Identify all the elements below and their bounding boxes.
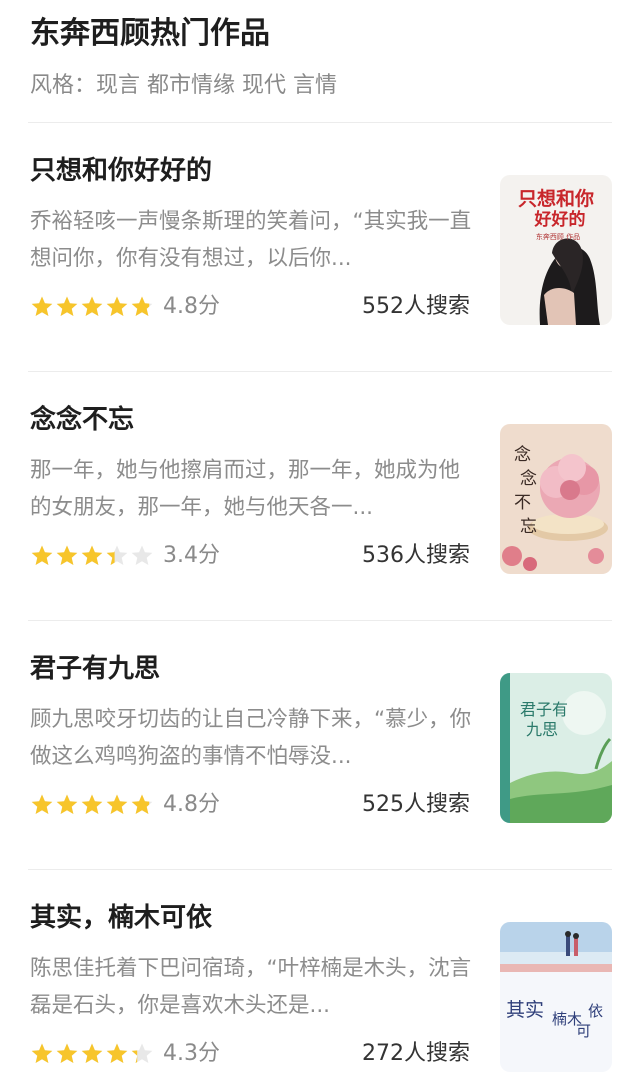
book-cover-art: 君子有 九思 [500, 673, 612, 823]
book-info: 念念不忘 那一年，她与他擦肩而过，那一年，她成为他的女朋友，那一年，她与他天各一… [30, 402, 475, 574]
book-title[interactable]: 君子有九思 [30, 651, 475, 687]
search-count: 272人搜索 [362, 1041, 470, 1066]
book-card[interactable]: 君子有九思 顾九思咬牙切齿的让自己冷静下来，“慕少，你做这么鸡鸣狗盗的事情不怕辱… [28, 621, 612, 870]
svg-text:念: 念 [514, 444, 531, 465]
book-title[interactable]: 其实，楠木可依 [30, 900, 475, 936]
book-card[interactable]: 只想和你好好的 乔裕轻咳一声慢条斯理的笑着问，“其实我一直想问你，你有没有想过，… [28, 123, 612, 372]
author-works-page: 东奔西顾热门作品 风格：现言 都市情缘 现代 言情 只想和你好好的 乔裕轻咳一声… [0, 0, 640, 1090]
svg-text:九思: 九思 [526, 720, 558, 739]
star-filled-icon [56, 1043, 78, 1063]
book-info: 其实，楠木可依 陈思佳托着下巴问宿琦，“叶梓楠是木头，沈言磊是石头，你是喜欢木头… [30, 900, 475, 1072]
star-empty-icon [131, 545, 153, 565]
book-card[interactable]: 其实，楠木可依 陈思佳托着下巴问宿琦，“叶梓楠是木头，沈言磊是石头，你是喜欢木头… [28, 870, 612, 1090]
book-card[interactable]: 念念不忘 那一年，她与他擦肩而过，那一年，她成为他的女朋友，那一年，她与他天各一… [28, 372, 612, 621]
svg-text:好好的: 好好的 [534, 209, 586, 230]
book-description: 陈思佳托着下巴问宿琦，“叶梓楠是木头，沈言磊是石头，你是喜欢木头还是... [30, 956, 472, 1018]
book-meta: 3.4分 536人搜索 [30, 540, 475, 574]
search-count: 536人搜索 [362, 543, 470, 568]
book-cover[interactable]: 念 念 不 忘 [500, 424, 612, 574]
rating-score: 4.3分 [163, 1041, 220, 1066]
book-meta: 4.8分 525人搜索 [30, 789, 475, 823]
star-filled-icon [56, 545, 78, 565]
star-filled-icon [106, 296, 128, 316]
star-filled-icon [81, 794, 103, 814]
book-cover[interactable]: 其实 楠木 依 可 [500, 922, 612, 1072]
book-description: 乔裕轻咳一声慢条斯理的笑着问，“其实我一直想问你，你有没有想过，以后你... [30, 209, 472, 271]
star-filled-icon [81, 545, 103, 565]
book-cover-art: 念 念 不 忘 [500, 424, 612, 574]
rating-score: 4.8分 [163, 294, 220, 319]
star-filled-icon [56, 794, 78, 814]
star-filled-icon [31, 1043, 53, 1063]
cover-author-text: 东奔西顾 作品 [536, 232, 580, 241]
star-filled-icon [31, 545, 53, 565]
cover-title-text: 只想和你 [518, 187, 594, 210]
book-cover-art: 其实 楠木 依 可 [500, 922, 612, 1072]
star-filled-icon [31, 296, 53, 316]
star-filled-icon [31, 794, 53, 814]
book-description: 顾九思咬牙切齿的让自己冷静下来，“慕少，你做这么鸡鸣狗盗的事情不怕辱没... [30, 707, 472, 769]
rating-stars [30, 1042, 155, 1066]
rating-stars [30, 544, 155, 568]
book-list: 只想和你好好的 乔裕轻咳一声慢条斯理的笑着问，“其实我一直想问你，你有没有想过，… [28, 123, 612, 1090]
search-count: 525人搜索 [362, 792, 470, 817]
book-title[interactable]: 只想和你好好的 [30, 153, 475, 189]
svg-text:君子有: 君子有 [520, 700, 568, 719]
star-filled-icon [106, 794, 128, 814]
star-filled-icon [81, 296, 103, 316]
book-meta: 4.8分 552人搜索 [30, 291, 475, 325]
genre-line: 风格：现言 都市情缘 现代 言情 [30, 73, 337, 98]
book-meta: 4.3分 272人搜索 [30, 1038, 475, 1072]
star-half-icon [131, 1043, 153, 1063]
svg-text:其实: 其实 [506, 999, 544, 1021]
star-half-icon [106, 545, 128, 565]
book-info: 只想和你好好的 乔裕轻咳一声慢条斯理的笑着问，“其实我一直想问你，你有没有想过，… [30, 153, 475, 325]
search-count: 552人搜索 [362, 294, 470, 319]
rating-stars [30, 793, 155, 817]
rating-score: 4.8分 [163, 792, 220, 817]
book-cover[interactable]: 只想和你 好好的 东奔西顾 作品 [500, 175, 612, 325]
book-description: 那一年，她与他擦肩而过，那一年，她成为他的女朋友，那一年，她与他天各一... [30, 458, 461, 520]
book-title[interactable]: 念念不忘 [30, 402, 475, 438]
book-cover-art: 只想和你 好好的 东奔西顾 作品 [500, 175, 612, 325]
star-filled-icon [106, 1043, 128, 1063]
svg-text:不: 不 [514, 493, 531, 513]
svg-text:可: 可 [576, 1022, 591, 1040]
star-half-icon [131, 794, 153, 814]
book-cover[interactable]: 君子有 九思 [500, 673, 612, 823]
star-half-icon [131, 296, 153, 316]
rating-stars [30, 295, 155, 319]
star-filled-icon [81, 1043, 103, 1063]
author-header: 东奔西顾热门作品 风格：现言 都市情缘 现代 言情 [28, 0, 612, 123]
svg-text:念: 念 [520, 468, 537, 489]
author-title: 东奔西顾热门作品 [30, 16, 270, 51]
book-info: 君子有九思 顾九思咬牙切齿的让自己冷静下来，“慕少，你做这么鸡鸣狗盗的事情不怕辱… [30, 651, 475, 823]
rating-score: 3.4分 [163, 543, 220, 568]
svg-text:忘: 忘 [520, 517, 537, 537]
star-filled-icon [56, 296, 78, 316]
svg-text:依: 依 [588, 1002, 603, 1020]
